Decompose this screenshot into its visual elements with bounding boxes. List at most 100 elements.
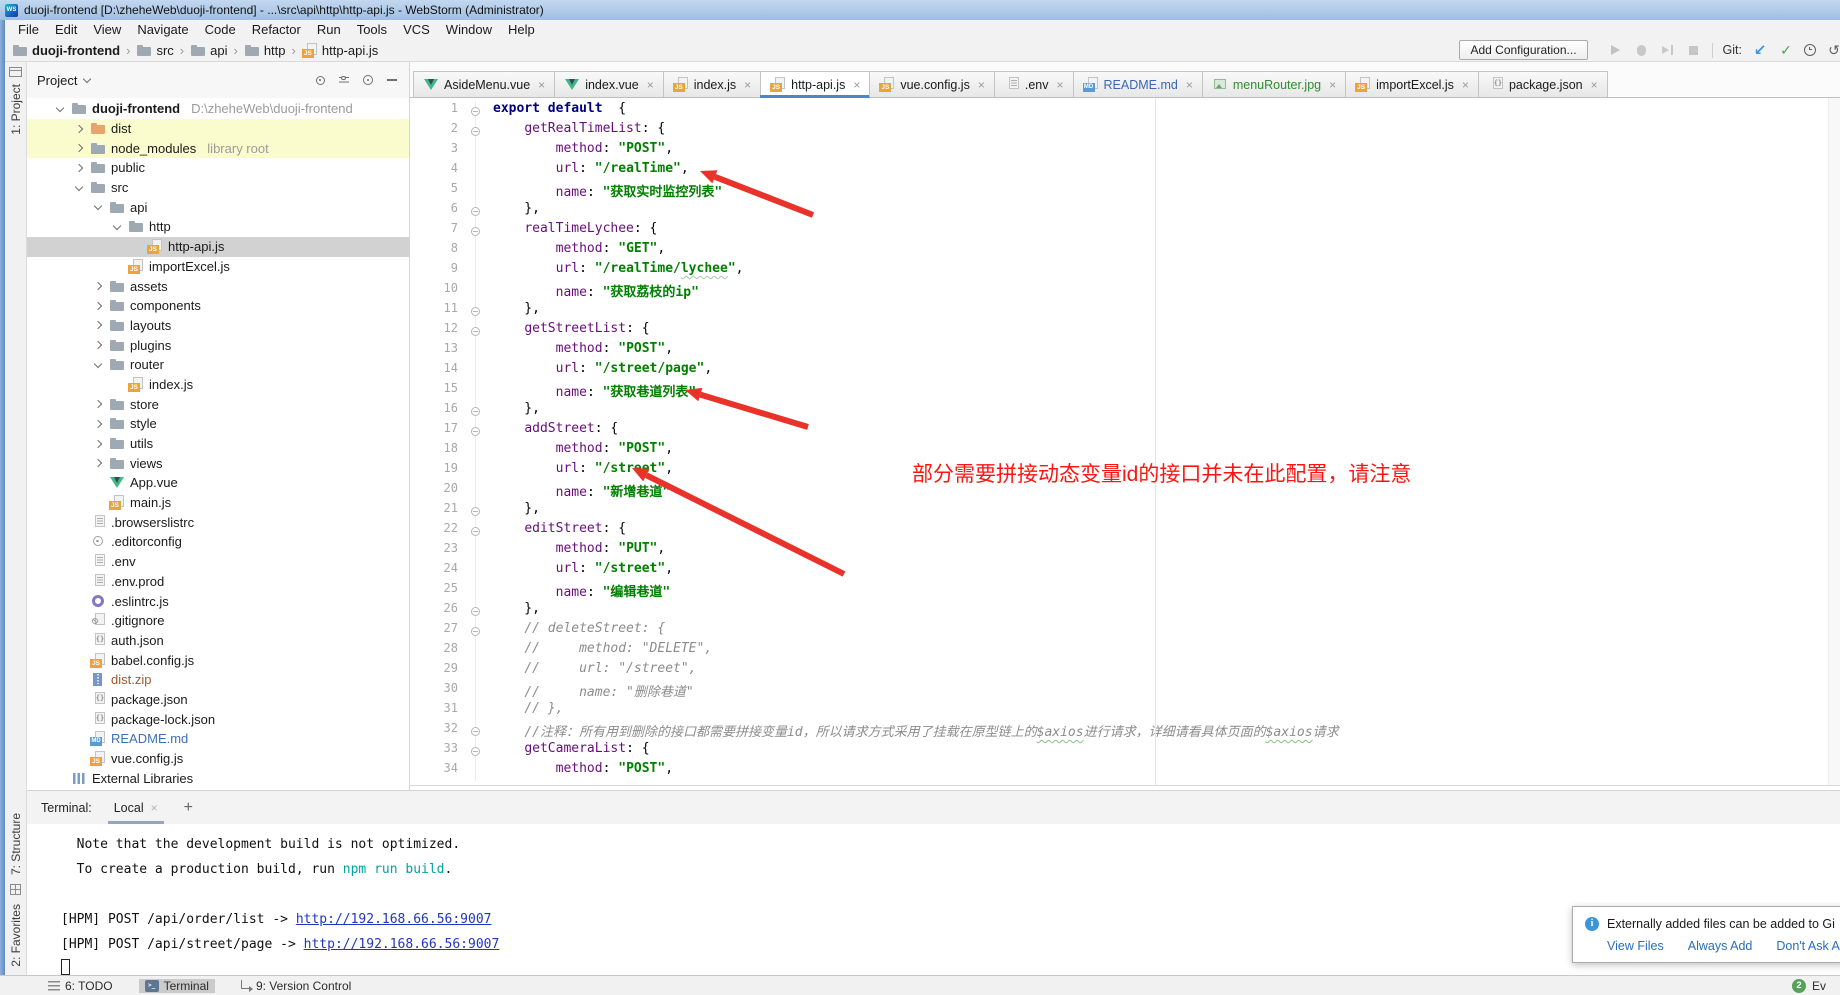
tree-item-style[interactable]: style [27, 414, 409, 434]
chevron-right-icon[interactable] [74, 124, 82, 132]
tab-AsideMenu.vue[interactable]: AsideMenu.vue× [413, 71, 555, 97]
tree-item-.env[interactable]: .env [27, 552, 409, 572]
tree-item-App.vue[interactable]: App.vue [27, 473, 409, 493]
fold-icon[interactable] [471, 507, 480, 516]
close-icon[interactable]: × [151, 801, 158, 815]
tree-item-public[interactable]: public [27, 158, 409, 178]
statusbar-9-version-control[interactable]: 9: Version Control [235, 979, 357, 993]
close-icon[interactable]: × [1462, 78, 1469, 92]
chevron-right-icon[interactable] [93, 321, 101, 329]
close-icon[interactable]: × [1591, 78, 1598, 92]
chevron-right-icon[interactable] [93, 301, 101, 309]
git-update-icon[interactable] [1752, 42, 1768, 58]
close-icon[interactable]: × [853, 78, 860, 92]
tree-item-components[interactable]: components [27, 296, 409, 316]
menu-window[interactable]: Window [438, 22, 500, 37]
chevron-right-icon[interactable] [93, 439, 101, 447]
tree-item-importExcel.js[interactable]: importExcel.js [27, 257, 409, 277]
debug-icon[interactable] [1634, 42, 1650, 58]
tree-item-.editorconfig[interactable]: .editorconfig [27, 532, 409, 552]
tree-item-.browserslistrc[interactable]: .browserslistrc [27, 512, 409, 532]
tree-item-dist.zip[interactable]: dist.zip [27, 670, 409, 690]
tree-item-plugins[interactable]: plugins [27, 335, 409, 355]
tree-item-node_modules[interactable]: node_moduleslibrary root [27, 138, 409, 158]
tree-item-index.js[interactable]: index.js [27, 375, 409, 395]
tool-button-project[interactable]: 1: Project [9, 84, 23, 135]
fold-icon[interactable] [471, 527, 480, 536]
event-log-label[interactable]: Ev [1812, 979, 1826, 993]
fold-icon[interactable] [471, 747, 480, 756]
tree-item-package.json[interactable]: package.json [27, 690, 409, 710]
tree-item-dist[interactable]: dist [27, 119, 409, 139]
locate-file-icon[interactable] [313, 73, 327, 87]
breadcrumb-http-api.js[interactable]: http-api.js [302, 43, 378, 58]
chevron-right-icon[interactable] [93, 420, 101, 428]
fold-icon[interactable] [471, 127, 480, 136]
tree-item-api[interactable]: api [27, 197, 409, 217]
tree-item-layouts[interactable]: layouts [27, 316, 409, 336]
close-icon[interactable]: × [744, 78, 751, 92]
menu-edit[interactable]: Edit [47, 22, 85, 37]
chevron-right-icon[interactable] [93, 459, 101, 467]
tool-button-structure[interactable]: 7: Structure [9, 813, 23, 875]
menu-run[interactable]: Run [309, 22, 349, 37]
editor-scrollbar[interactable] [1828, 98, 1840, 785]
breadcrumb-src[interactable]: src [136, 43, 173, 58]
menu-help[interactable]: Help [500, 22, 543, 37]
tab-menuRouter.jpg[interactable]: menuRouter.jpg× [1202, 71, 1346, 97]
tool-button-favorites[interactable]: 2: Favorites [9, 904, 23, 967]
fold-icon[interactable] [471, 107, 480, 116]
fold-icon[interactable] [471, 627, 480, 636]
event-count-badge[interactable]: 2 [1792, 979, 1806, 993]
tree-item-duoji-frontend[interactable]: duoji-frontendD:\zheheWeb\duoji-frontend [27, 99, 409, 119]
tree-item-vue.config.js[interactable]: vue.config.js [27, 749, 409, 769]
menu-code[interactable]: Code [197, 22, 244, 37]
statusbar-6-todo[interactable]: 6: TODO [42, 979, 119, 993]
fold-icon[interactable] [471, 607, 480, 616]
close-icon[interactable]: × [1186, 78, 1193, 92]
terminal-tab-local[interactable]: Local × [108, 791, 164, 824]
terminal-link[interactable]: http://192.168.66.56:9007 [304, 937, 500, 952]
tree-item-babel.config.js[interactable]: babel.config.js [27, 650, 409, 670]
chevron-down-icon[interactable] [93, 202, 101, 210]
tree-item-router[interactable]: router [27, 355, 409, 375]
fold-icon[interactable] [471, 327, 480, 336]
tree-item-package-lock.json[interactable]: package-lock.json [27, 709, 409, 729]
menu-navigate[interactable]: Navigate [129, 22, 196, 37]
rollback-icon[interactable] [1826, 42, 1840, 58]
menu-tools[interactable]: Tools [349, 22, 395, 37]
breadcrumb-api[interactable]: api [190, 43, 227, 58]
chevron-right-icon[interactable] [93, 282, 101, 290]
tree-item-http-api.js[interactable]: http-api.js [27, 237, 409, 257]
notification-link-don-t-ask-agai[interactable]: Don't Ask Agai [1776, 939, 1840, 953]
close-icon[interactable]: × [1056, 78, 1063, 92]
fold-icon[interactable] [471, 407, 480, 416]
chevron-down-icon[interactable] [112, 222, 120, 230]
view-options-icon[interactable] [337, 73, 351, 87]
new-terminal-button[interactable]: + [184, 799, 193, 817]
tree-item-.eslintrc.js[interactable]: .eslintrc.js [27, 591, 409, 611]
chevron-right-icon[interactable] [93, 341, 101, 349]
gear-icon[interactable] [361, 73, 375, 87]
stop-icon[interactable] [1686, 42, 1702, 58]
close-icon[interactable]: × [647, 78, 654, 92]
history-clock-icon[interactable] [1804, 44, 1816, 56]
terminal-cursor[interactable] [61, 959, 70, 975]
run-with-coverage-icon[interactable] [1660, 42, 1676, 58]
chevron-right-icon[interactable] [74, 144, 82, 152]
chevron-right-icon[interactable] [93, 400, 101, 408]
tree-item-views[interactable]: views [27, 453, 409, 473]
tree-item-utils[interactable]: utils [27, 434, 409, 454]
breadcrumb-duoji-frontend[interactable]: duoji-frontend [12, 43, 120, 58]
tab-README.md[interactable]: README.md× [1073, 71, 1203, 97]
tab-.env[interactable]: .env× [994, 71, 1074, 97]
fold-icon[interactable] [471, 727, 480, 736]
chevron-down-icon[interactable] [74, 182, 82, 190]
add-configuration-button[interactable]: Add Configuration... [1459, 40, 1587, 60]
fold-icon[interactable] [471, 427, 480, 436]
tab-index.vue[interactable]: index.vue× [554, 71, 664, 97]
close-icon[interactable]: × [1329, 78, 1336, 92]
chevron-down-icon[interactable] [55, 104, 63, 112]
tab-http-api.js[interactable]: http-api.js× [760, 71, 870, 97]
tree-item-main.js[interactable]: main.js [27, 493, 409, 513]
